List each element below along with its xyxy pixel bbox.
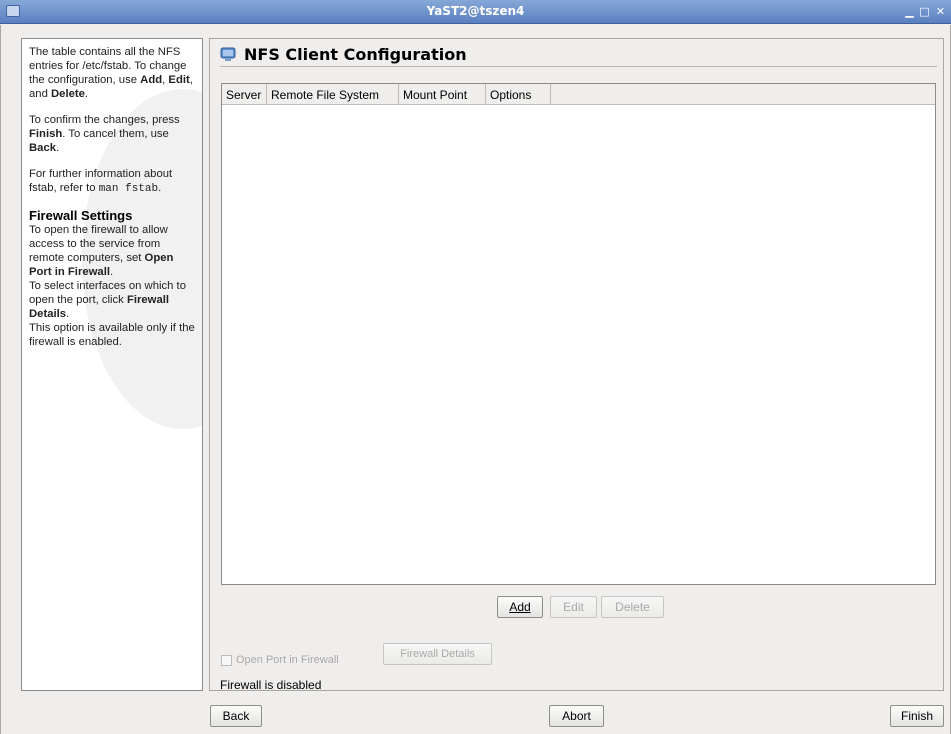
open-port-label: Open Port in Firewall: [236, 654, 339, 666]
finish-button[interactable]: Finish: [890, 705, 944, 727]
page-title: NFS Client Configuration: [244, 44, 467, 64]
window-title: YaST2@tszen4: [426, 4, 525, 18]
column-header-options[interactable]: Options: [486, 84, 551, 105]
nfs-icon: [220, 47, 236, 61]
column-header-filler: [551, 84, 935, 105]
help-firewall-section: Firewall Settings To open the firewall t…: [29, 208, 195, 349]
open-port-checkbox[interactable]: [221, 654, 232, 666]
nfs-entries-table[interactable]: Server Remote File System Mount Point Op…: [221, 83, 936, 585]
firewall-status: Firewall is disabled: [220, 678, 322, 692]
column-header-remote-fs[interactable]: Remote File System: [267, 84, 399, 105]
delete-button[interactable]: Delete: [601, 596, 664, 618]
help-paragraph-confirm: To confirm the changes, press Finish. To…: [29, 114, 180, 154]
help-paragraph-table: The table contains all the NFS entries f…: [29, 46, 193, 100]
yast-window: The table contains all the NFS entries f…: [0, 25, 951, 734]
column-header-server[interactable]: Server: [222, 84, 267, 105]
help-firewall-heading: Firewall Settings: [29, 208, 133, 223]
help-paragraph-fstab: For further information about fstab, ref…: [29, 168, 173, 195]
close-icon[interactable]: ✕: [934, 5, 947, 18]
header-divider: [220, 66, 937, 67]
help-firewall-open: To open the firewall to allow access to …: [29, 224, 174, 278]
page-header: NFS Client Configuration: [220, 41, 467, 67]
maximize-icon[interactable]: □: [918, 5, 931, 18]
help-panel: The table contains all the NFS entries f…: [21, 38, 203, 691]
edit-button[interactable]: Edit: [550, 596, 597, 618]
abort-button[interactable]: Abort: [549, 705, 604, 727]
column-header-mount-point[interactable]: Mount Point: [399, 84, 486, 105]
back-button[interactable]: Back: [210, 705, 262, 727]
minimize-icon[interactable]: ▁: [903, 5, 916, 18]
main-panel: NFS Client Configuration Server Remote F…: [209, 38, 944, 692]
firewall-details-button[interactable]: Firewall Details: [383, 643, 492, 665]
table-header: Server Remote File System Mount Point Op…: [222, 84, 935, 105]
add-button[interactable]: Add: [497, 596, 543, 618]
window-titlebar: YaST2@tszen4 ▁ □ ✕: [0, 0, 951, 24]
help-firewall-note: This option is available only if the fir…: [29, 322, 195, 348]
help-firewall-interfaces: To select interfaces on which to open th…: [29, 280, 186, 320]
open-port-option[interactable]: Open Port in Firewall: [221, 654, 339, 666]
